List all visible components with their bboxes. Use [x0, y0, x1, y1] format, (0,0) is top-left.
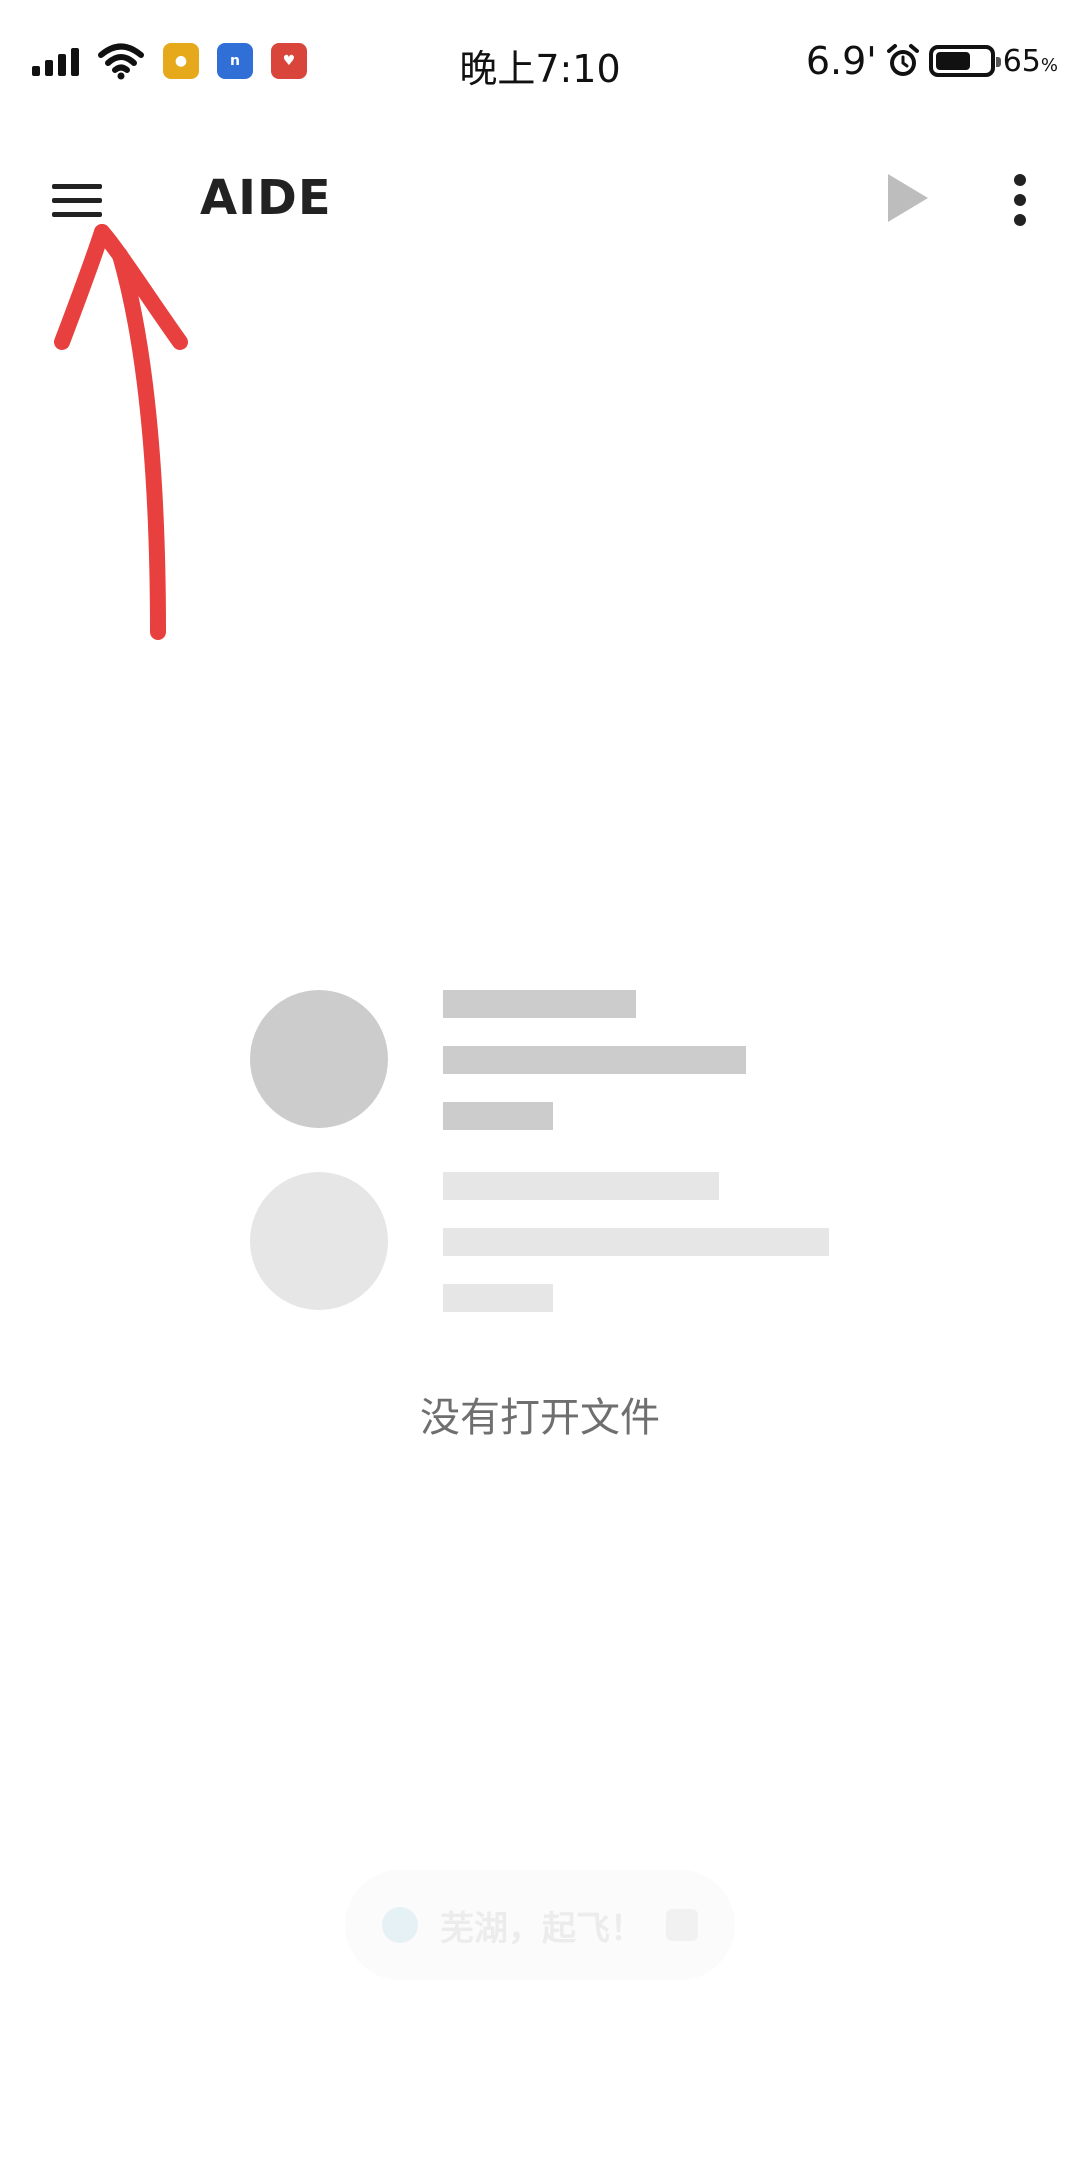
battery-icon	[928, 45, 1001, 77]
more-vertical-icon[interactable]	[1000, 170, 1040, 230]
toast-notification: 芜湖，起飞！	[345, 1870, 735, 1980]
placeholder-line	[443, 1172, 719, 1200]
app-logo-icon	[382, 1907, 418, 1943]
placeholder-line	[443, 1228, 829, 1256]
placeholder-avatar	[250, 1172, 388, 1310]
placeholder-line	[443, 1284, 553, 1312]
status-bar-right: 6.9' 65%	[806, 36, 1058, 86]
app-toolbar: AIDE	[0, 150, 1080, 250]
empty-state-message: 没有打开文件	[420, 1395, 660, 1441]
hamburger-menu-icon[interactable]	[36, 170, 116, 230]
placeholder-line	[443, 1046, 746, 1074]
play-icon[interactable]	[880, 168, 940, 228]
placeholder-avatar	[250, 990, 388, 1128]
toast-text: 芜湖，起飞！	[440, 1908, 644, 1949]
empty-state-illustration	[250, 990, 850, 1312]
placeholder-line	[443, 1102, 553, 1130]
battery-percentage: 65%	[1002, 43, 1058, 79]
alarm-icon	[886, 44, 919, 76]
emoji-icon	[666, 1909, 698, 1941]
app-title: AIDE	[200, 170, 332, 226]
status-bar: ● n ♥ 晚上7:10 6.9' 65%	[0, 0, 1080, 120]
network-speed: 6.9'	[805, 39, 877, 83]
placeholder-line	[443, 990, 636, 1018]
